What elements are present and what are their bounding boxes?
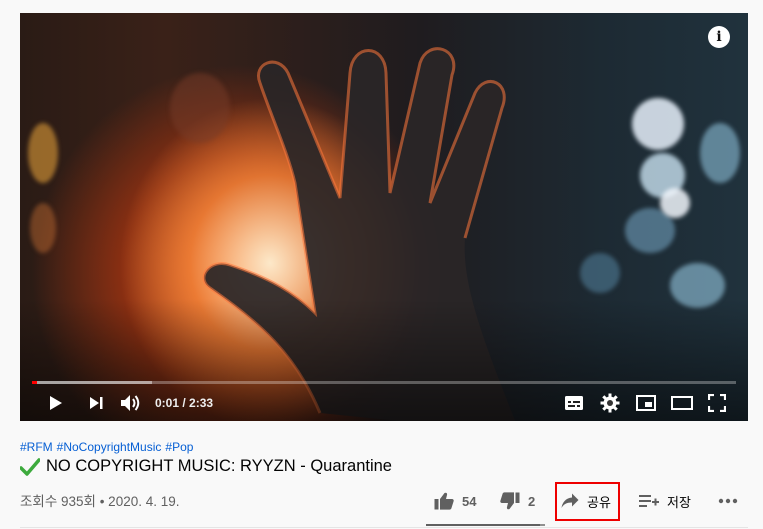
view-count-date: 조회수 935회 • 2020. 4. 19. (20, 494, 180, 509)
hashtag-link[interactable]: #NoCopyrightMusic (57, 440, 162, 454)
like-button[interactable]: 54 (434, 486, 476, 516)
share-highlight-box (555, 482, 620, 521)
info-icon[interactable]: i (708, 26, 730, 48)
mute-button[interactable] (118, 389, 144, 417)
settings-button[interactable] (598, 389, 622, 417)
thumbs-up-icon (434, 492, 454, 510)
progress-bar[interactable] (32, 381, 736, 384)
play-button[interactable] (44, 389, 68, 417)
more-icon (718, 498, 738, 504)
save-button[interactable]: 저장 (639, 486, 691, 516)
volume-icon (121, 395, 140, 411)
theater-mode-button[interactable] (670, 389, 694, 417)
fullscreen-icon (708, 394, 726, 412)
player-controls: 0:01 / 2:33 (20, 389, 748, 419)
save-label: 저장 (667, 494, 691, 510)
miniplayer-button[interactable] (634, 389, 658, 417)
play-icon (50, 396, 62, 410)
thumbs-down-icon (500, 492, 520, 510)
dislike-count: 2 (528, 493, 536, 509)
like-dislike-ratio-bar (426, 524, 545, 526)
next-icon (90, 397, 103, 409)
like-count: 54 (462, 493, 477, 509)
section-divider (20, 527, 748, 528)
progress-loaded (32, 381, 152, 384)
more-actions-button[interactable] (718, 486, 746, 516)
fullscreen-button[interactable] (705, 389, 729, 417)
subtitles-icon (565, 396, 583, 410)
time-display: 0:01 / 2:33 (155, 396, 214, 410)
checkmark-icon (20, 457, 40, 476)
hashtag-link[interactable]: #Pop (165, 440, 193, 454)
hashtag-link[interactable]: #RFM (20, 440, 53, 454)
settings-icon (600, 393, 620, 413)
video-title-row: NO COPYRIGHT MUSIC: RYYZN - Quarantine (20, 457, 392, 476)
next-button[interactable] (84, 389, 108, 417)
save-playlist-icon (639, 495, 659, 507)
video-frame (20, 13, 748, 421)
dislike-button[interactable]: 2 (500, 486, 535, 516)
video-title: NO COPYRIGHT MUSIC: RYYZN - Quarantine (46, 457, 392, 475)
progress-played (32, 381, 37, 384)
theater-icon (671, 396, 693, 410)
miniplayer-icon (636, 395, 656, 411)
youtube-watch-page: i 0:01 / 2:33 #RFM #NoCopyrightMusic #Po… (0, 0, 763, 529)
subtitles-button[interactable] (562, 389, 586, 417)
hashtag-list: #RFM #NoCopyrightMusic #Pop (20, 440, 197, 454)
video-player[interactable]: i 0:01 / 2:33 (20, 13, 748, 421)
